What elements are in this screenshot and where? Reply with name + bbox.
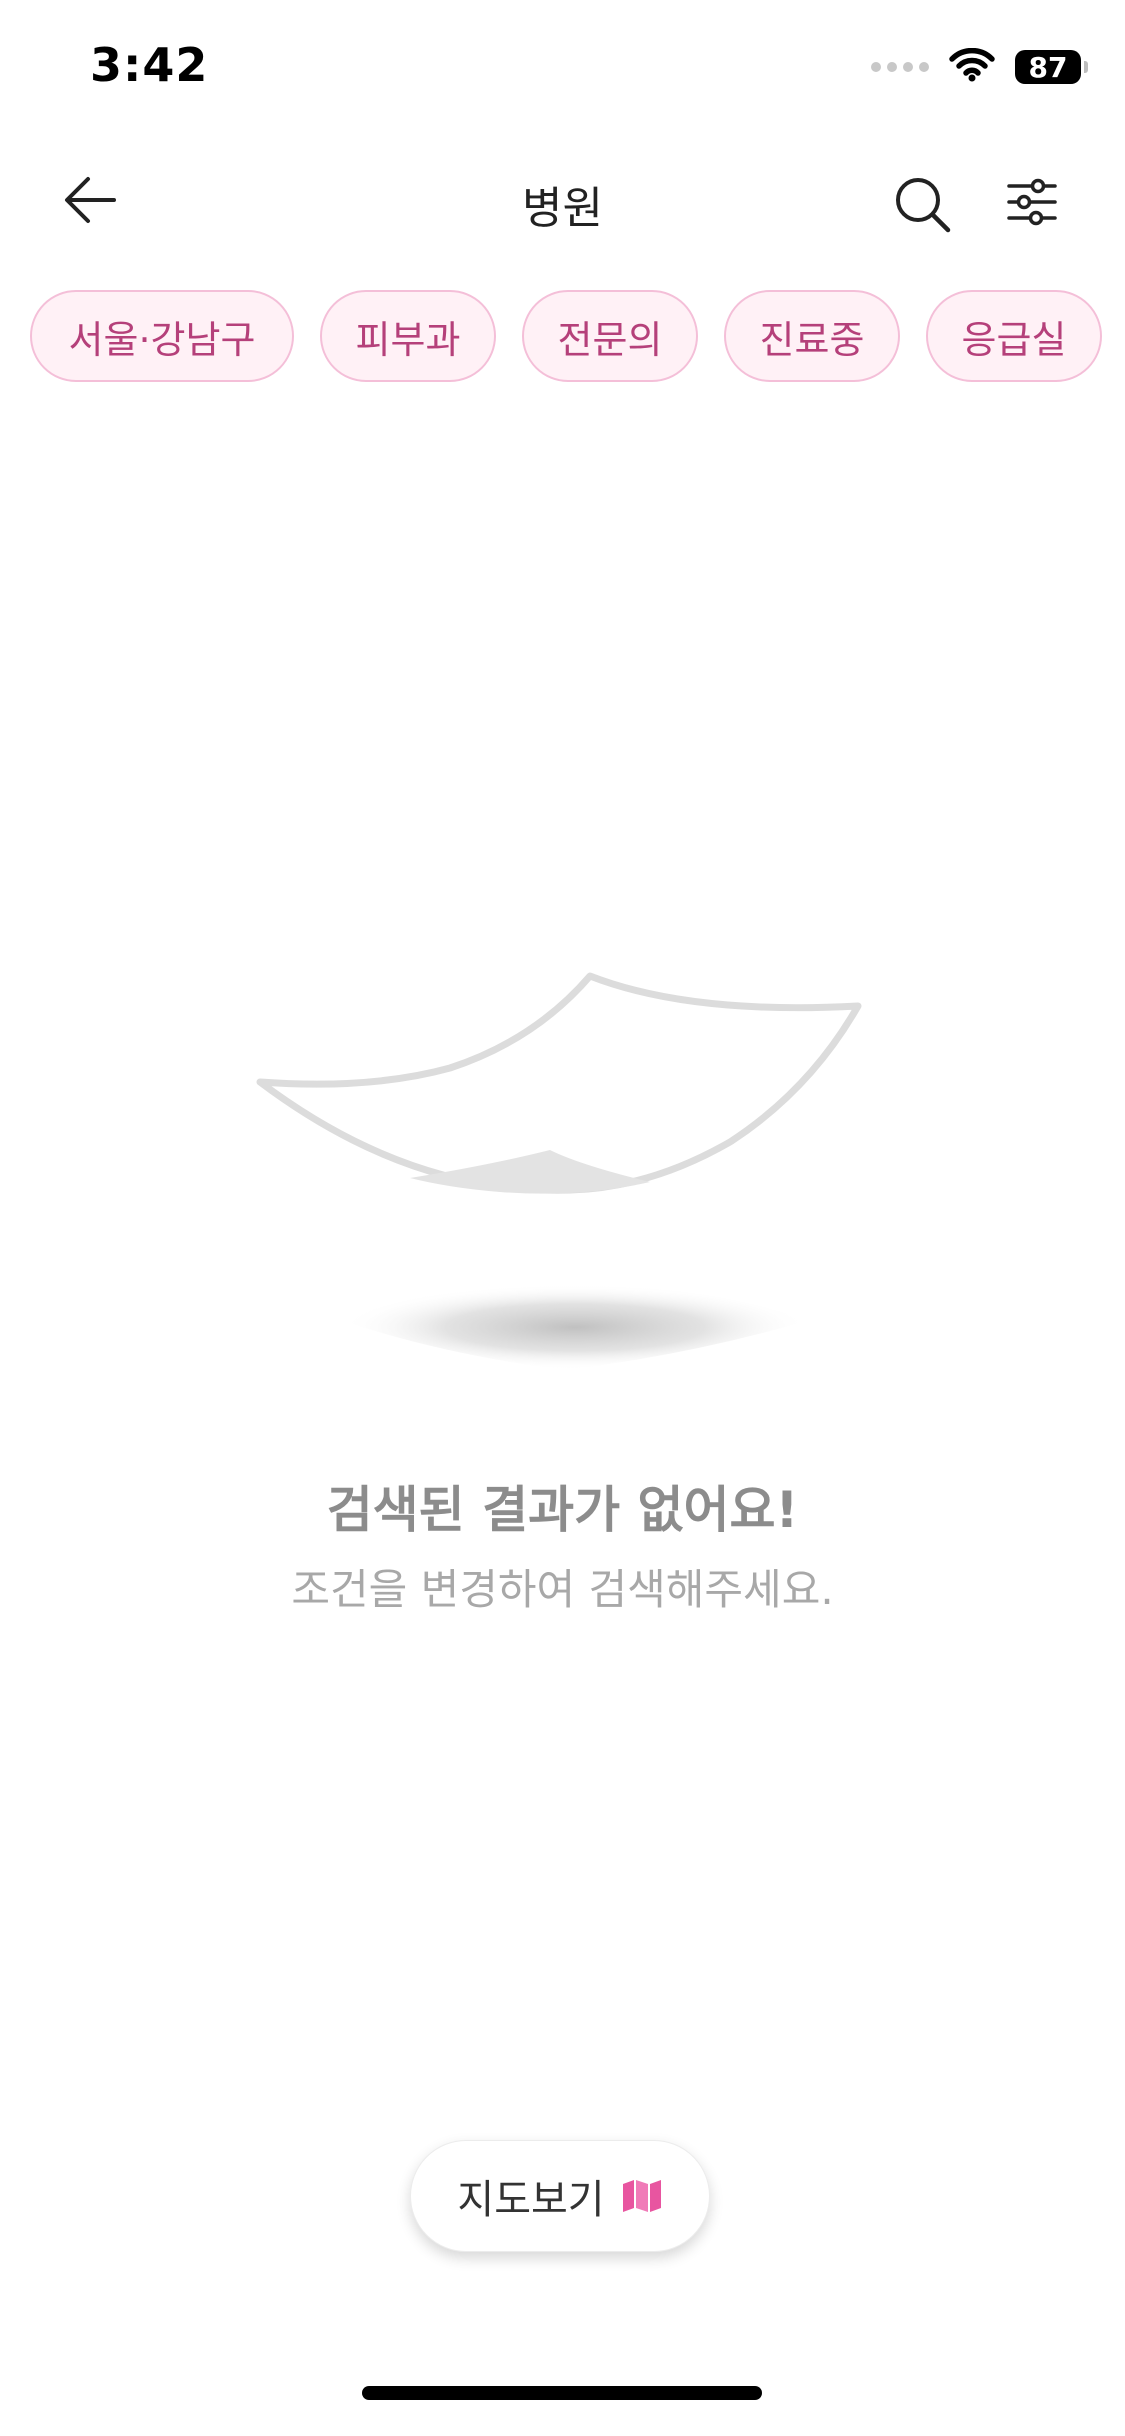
- map-icon: [621, 2179, 663, 2213]
- battery-icon: 87: [1015, 50, 1088, 84]
- chip-specialist[interactable]: 전문의: [522, 290, 698, 382]
- filter-sliders-icon: [1007, 178, 1057, 226]
- chip-region[interactable]: 서울·강남구: [30, 290, 294, 382]
- status-time: 3:42: [90, 38, 209, 92]
- chip-open-now[interactable]: 진료중: [724, 290, 900, 382]
- filter-button[interactable]: [1000, 170, 1064, 234]
- home-indicator[interactable]: [362, 2386, 762, 2400]
- navigation-bar: 병원: [0, 150, 1125, 250]
- floating-paper-illustration: [250, 960, 870, 1400]
- search-button[interactable]: [888, 170, 958, 240]
- status-indicators: 87: [871, 44, 1088, 90]
- map-view-label: 지도보기: [457, 2177, 605, 2223]
- map-view-button[interactable]: 지도보기: [410, 2140, 710, 2252]
- chip-emergency[interactable]: 응급실: [926, 290, 1102, 382]
- wifi-icon: [949, 47, 995, 86]
- chip-department[interactable]: 피부과: [320, 290, 496, 382]
- battery-level: 87: [1028, 50, 1068, 84]
- empty-state-title: 검색된 결과가 없어요!: [326, 1481, 799, 1539]
- empty-state-subtitle: 조건을 변경하여 검색해주세요.: [291, 1565, 834, 1614]
- filter-chip-row: 서울·강남구 피부과 전문의 진료중 응급실: [30, 290, 1102, 382]
- search-icon: [896, 178, 951, 233]
- signal-dots-icon: [871, 62, 929, 72]
